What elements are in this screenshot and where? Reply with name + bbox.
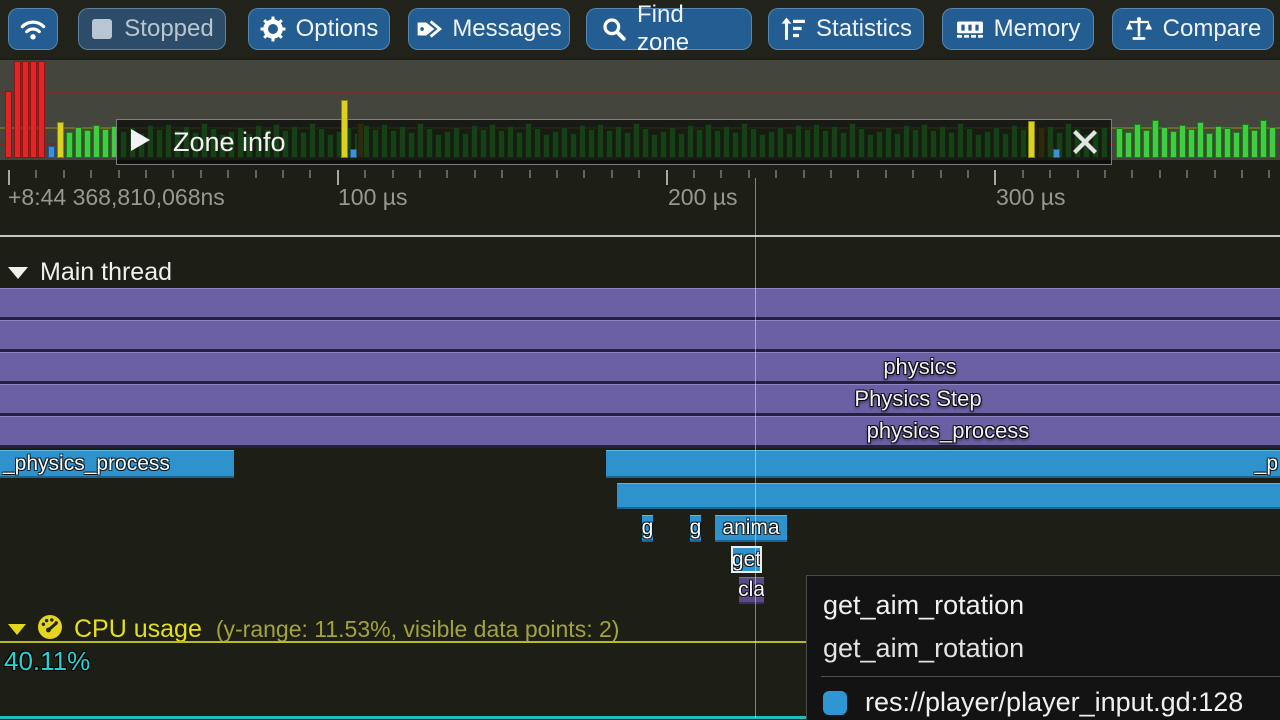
- cpu-usage-range-note: (y-range: 11.53%, visible data points: 2…: [216, 616, 620, 643]
- frame-bar[interactable]: [102, 129, 109, 158]
- zone-bar-label: cla: [739, 578, 764, 602]
- frame-bar[interactable]: [1028, 121, 1035, 158]
- frame-bar[interactable]: [30, 61, 37, 158]
- frame-bar[interactable]: [1242, 124, 1249, 158]
- frame-bar[interactable]: [48, 146, 55, 158]
- frame-bar[interactable]: [350, 149, 357, 158]
- frame-bar[interactable]: [1053, 149, 1060, 158]
- zone-purple-row[interactable]: [0, 416, 1280, 445]
- zone-bar-label: g: [690, 516, 702, 540]
- frame-bar[interactable]: [22, 61, 29, 158]
- collapse-triangle-icon[interactable]: [8, 624, 26, 635]
- timeline-crosshair: [755, 178, 756, 718]
- zone-row-label: Physics Step: [854, 386, 981, 412]
- close-icon[interactable]: [1071, 128, 1099, 156]
- zone-bar[interactable]: _physics_process: [0, 450, 234, 478]
- zone-purple-row[interactable]: [0, 320, 1280, 349]
- zone-purple-row[interactable]: [0, 352, 1280, 381]
- frame-bar[interactable]: [1215, 126, 1222, 158]
- zone-color-swatch: [823, 691, 847, 715]
- frame-bar[interactable]: [1233, 132, 1240, 158]
- frame-bar[interactable]: [5, 91, 12, 158]
- zone-row-label: physics_process: [867, 418, 1030, 444]
- tooltip-function-name: get_aim_rotation: [823, 633, 1280, 664]
- frame-bar[interactable]: [1152, 120, 1159, 158]
- zone-bar[interactable]: _p: [606, 450, 1280, 478]
- frame-bar[interactable]: [57, 122, 64, 158]
- zone-bar[interactable]: [617, 483, 1280, 509]
- zone-bar[interactable]: g: [642, 515, 653, 542]
- zone-info-bar[interactable]: Zone info: [116, 119, 1112, 165]
- zone-bar-label: _p: [1255, 452, 1278, 476]
- zone-row-label: physics: [883, 354, 956, 380]
- cpu-section-underline: [0, 641, 806, 643]
- frame-bar[interactable]: [1188, 129, 1195, 158]
- cpu-usage-label: CPU usage: [74, 615, 202, 644]
- zone-info-title: Zone info: [173, 127, 286, 158]
- frame-bar[interactable]: [1206, 133, 1213, 158]
- frame-bar[interactable]: [1179, 125, 1186, 158]
- frame-bar[interactable]: [1134, 124, 1141, 158]
- zone-purple-row[interactable]: [0, 288, 1280, 317]
- frame-bar[interactable]: [1161, 127, 1168, 158]
- zone-bar-label: g: [642, 516, 654, 540]
- frame-bar[interactable]: [66, 132, 73, 158]
- frame-bar[interactable]: [93, 125, 100, 158]
- play-icon[interactable]: [131, 128, 151, 157]
- zone-tooltip: get_aim_rotation get_aim_rotation res://…: [806, 575, 1280, 720]
- zone-bar-label: get: [732, 548, 761, 572]
- frame-bar[interactable]: [1143, 130, 1150, 158]
- frame-bar[interactable]: [1251, 130, 1258, 158]
- frame-bar[interactable]: [1260, 120, 1267, 158]
- frame-bar[interactable]: [1170, 131, 1177, 158]
- cpu-usage-value: 40.11%: [4, 646, 90, 677]
- tooltip-separator: [821, 676, 1280, 677]
- zone-purple-row[interactable]: [0, 384, 1280, 413]
- zone-bar[interactable]: g: [690, 515, 701, 542]
- frame-bar[interactable]: [14, 61, 21, 158]
- frame-bar[interactable]: [75, 127, 82, 158]
- frame-bar[interactable]: [1116, 128, 1123, 158]
- frame-bar[interactable]: [84, 130, 91, 158]
- tracy-profiler-window: Stopped Options: [0, 0, 1280, 720]
- frame-bar[interactable]: [1269, 127, 1276, 158]
- frame-bar[interactable]: [1224, 128, 1231, 158]
- frame-bar[interactable]: [1125, 132, 1132, 158]
- zone-bar-label: anima: [722, 516, 779, 540]
- frame-bar[interactable]: [38, 61, 45, 158]
- tooltip-source-location: res://player/player_input.gd:128: [865, 687, 1243, 718]
- zone-bar[interactable]: get: [731, 546, 762, 573]
- zone-bar[interactable]: anima: [715, 515, 787, 542]
- zone-bar-label: _physics_process: [3, 452, 170, 476]
- zone-bar[interactable]: cla: [739, 577, 764, 604]
- tooltip-zone-name: get_aim_rotation: [823, 590, 1280, 621]
- frame-bar[interactable]: [341, 100, 348, 158]
- frame-bar[interactable]: [1197, 122, 1204, 158]
